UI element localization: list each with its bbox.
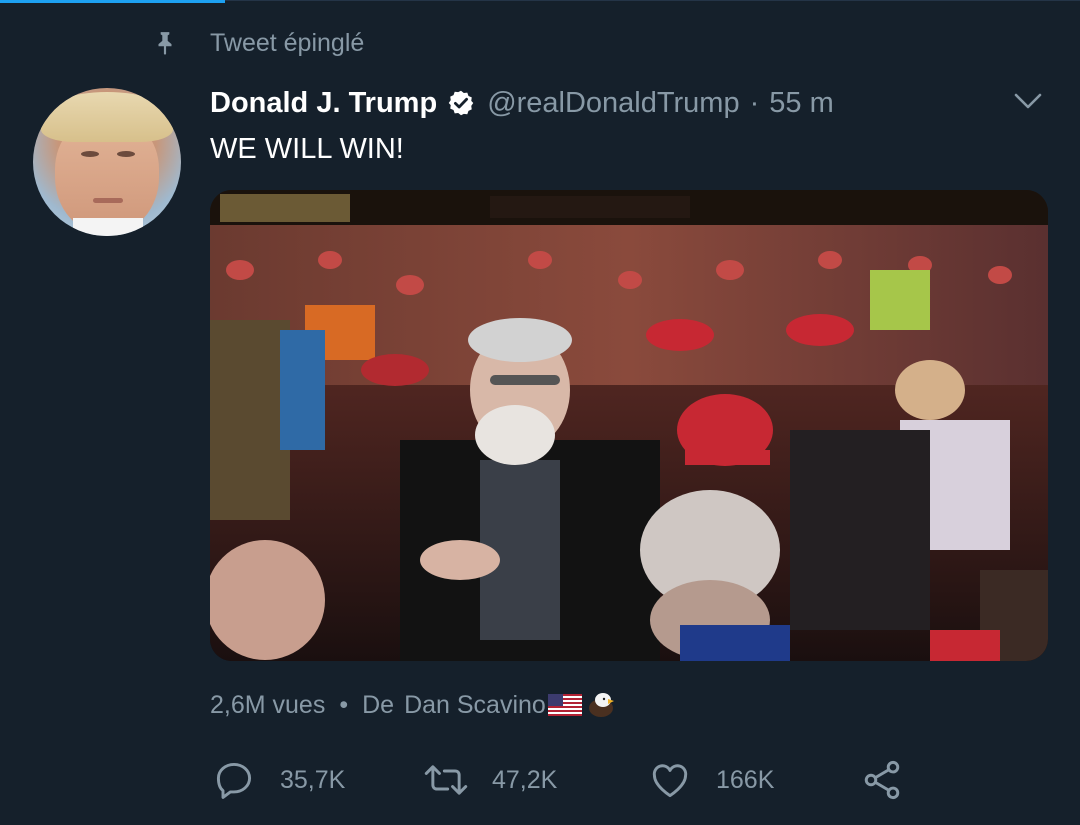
source-prefix: De xyxy=(362,690,395,719)
pinned-label: Tweet épinglé xyxy=(210,28,365,57)
share-icon xyxy=(858,756,906,804)
tweet-text: WE WILL WIN! xyxy=(210,133,404,165)
tab-indicator xyxy=(0,0,225,3)
source-name[interactable]: Dan Scavino xyxy=(404,691,546,720)
like-button[interactable]: 166K xyxy=(646,754,774,806)
timestamp[interactable]: 55 m xyxy=(769,87,833,120)
avatar-eye xyxy=(81,151,99,157)
retweet-icon xyxy=(422,756,470,804)
avatar[interactable] xyxy=(33,88,181,236)
flag-icon xyxy=(547,694,582,716)
display-name[interactable]: Donald J. Trump xyxy=(210,87,437,120)
reply-count: 35,7K xyxy=(280,765,346,794)
tweet-header: Donald J. Trump @realDonaldTrump · 55 m xyxy=(210,82,1050,124)
retweet-count: 47,2K xyxy=(492,765,558,794)
reply-icon xyxy=(210,756,258,804)
pinned-indicator: Tweet épinglé xyxy=(150,26,364,60)
verified-icon xyxy=(447,89,475,117)
eagle-icon xyxy=(586,690,616,720)
separator: • xyxy=(339,690,349,719)
avatar-mouth xyxy=(93,198,123,203)
retweet-button[interactable]: 47,2K xyxy=(422,754,557,806)
share-button[interactable] xyxy=(858,754,906,806)
like-icon xyxy=(646,756,694,804)
avatar-hair xyxy=(41,92,173,142)
tweet-actions: 35,7K 47,2K 166K xyxy=(210,754,930,806)
view-count: 2,6M vues xyxy=(210,690,326,719)
chevron-down-icon[interactable] xyxy=(1008,86,1048,116)
user-handle[interactable]: @realDonaldTrump xyxy=(487,87,739,120)
reply-button[interactable]: 35,7K xyxy=(210,754,345,806)
pin-icon xyxy=(150,28,180,58)
separator: · xyxy=(749,86,760,119)
avatar-shirt xyxy=(73,218,143,236)
tweet-meta: 2,6M vues • De Dan Scavino xyxy=(210,686,616,724)
avatar-eye xyxy=(117,151,135,157)
divider xyxy=(225,0,1080,1)
tweet-video[interactable] xyxy=(210,190,1048,661)
like-count: 166K xyxy=(716,765,775,794)
